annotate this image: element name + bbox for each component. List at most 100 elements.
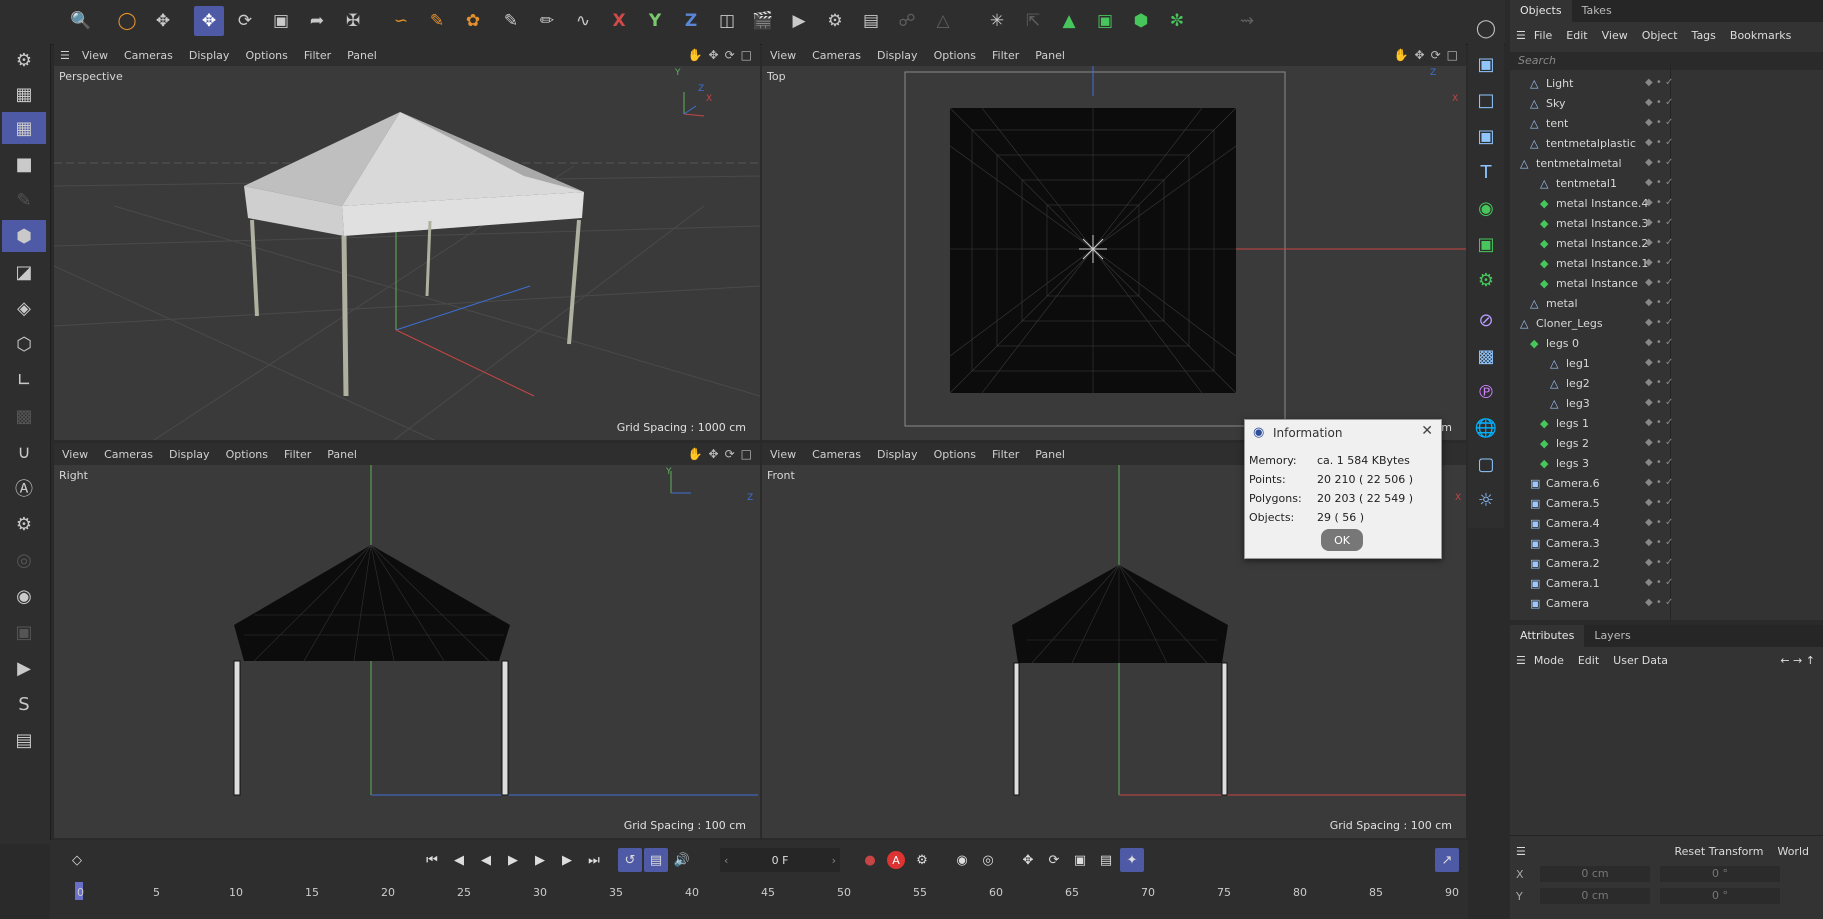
live-selection-icon[interactable]: ◯ [112,6,142,36]
object-row[interactable]: ▣ Camera.1 ◆ • ✓ [1510,574,1823,594]
freehand-icon[interactable]: ∿ [568,6,598,36]
torus-icon[interactable]: ◯ [1472,14,1500,42]
visibility-toggle-icon[interactable]: ◆ • ✓ [1645,217,1673,228]
position-y-field[interactable]: 0 cm [1540,888,1650,904]
menu-options[interactable]: Options [245,49,287,62]
tab-objects[interactable]: Objects [1510,0,1572,22]
axis-mode-icon[interactable]: ∟ [2,364,46,396]
clapboard-icon[interactable]: 🎬 [748,6,778,36]
search-input[interactable]: Search [1510,52,1823,70]
model-mode-icon[interactable]: ⬢ [2,220,46,252]
key-settings-icon[interactable]: ⚙ [910,848,934,872]
object-row[interactable]: △ tentmetal1 ◆ • ✓ [1510,174,1823,194]
object-row[interactable]: ◆ metal Instance.1 ◆ • ✓ [1510,254,1823,274]
timeline-ruler[interactable]: 0 5 10 15 20 25 30 35 40 45 50 55 60 65 70 75 80 85 90 [75,882,1459,902]
object-row[interactable]: △ tentmetalmetal ◆ • ✓ [1510,154,1823,174]
viewport-nav-icons[interactable]: ✋ ✥ ⟳ □ [688,48,752,62]
scheme-icon[interactable]: ◎ [976,848,1000,872]
object-name[interactable]: leg1 [1566,357,1590,370]
key-move-icon[interactable]: ✥ [1016,848,1040,872]
object-row[interactable]: △ Sky ◆ • ✓ [1510,94,1823,114]
visibility-toggle-icon[interactable]: ◆ • ✓ [1645,77,1673,88]
keyframe-icon[interactable]: ◇ [65,848,89,872]
cube-icon[interactable]: ▣ [1472,122,1500,150]
visibility-toggle-icon[interactable]: ◆ • ✓ [1645,277,1673,288]
autokey-record-icon[interactable]: A [884,848,908,872]
object-name[interactable]: Camera.1 [1546,577,1600,590]
object-row[interactable]: ◆ legs 3 ◆ • ✓ [1510,454,1823,474]
menu-tags[interactable]: Tags [1692,29,1716,42]
prev-key-icon[interactable]: ◀ [447,848,471,872]
menu-display[interactable]: Display [877,49,918,62]
rotation-p-field[interactable]: 0 ° [1660,888,1780,904]
text-icon[interactable]: T [1472,158,1500,186]
s-logo-icon[interactable]: S [2,688,46,720]
menu-filter[interactable]: Filter [304,49,331,62]
play-render-icon[interactable]: ▶ [2,652,46,684]
object-name[interactable]: tentmetal1 [1556,177,1617,190]
axis-y-button[interactable]: Y [640,6,670,36]
ok-button[interactable]: OK [1321,529,1363,551]
object-name[interactable]: legs 2 [1556,437,1589,450]
menu-view[interactable]: View [62,448,88,461]
object-name[interactable]: Camera [1546,597,1589,610]
object-name[interactable]: Camera.4 [1546,517,1600,530]
object-name[interactable]: metal Instance.1 [1556,257,1648,270]
transform-icon[interactable]: ➦ [302,6,332,36]
hamburger-icon[interactable]: ☰ [1516,845,1526,858]
move-select-icon[interactable]: ✥ [148,6,178,36]
mograph-icon[interactable]: ◉ [1472,194,1500,222]
visibility-toggle-icon[interactable]: ◆ • ✓ [1645,377,1673,388]
render-settings-icon[interactable]: ⚙ [820,6,850,36]
object-name[interactable]: tentmetalplastic [1546,137,1636,150]
visibility-toggle-icon[interactable]: ◆ • ✓ [1645,237,1673,248]
viewport-top[interactable]: View Cameras Display Options Filter Pane… [762,44,1466,440]
polygons-mode-icon[interactable]: ⬡ [2,328,46,360]
object-name[interactable]: Camera.3 [1546,537,1600,550]
axis-x-button[interactable]: X [604,6,634,36]
object-row[interactable]: ◆ metal Instance.2 ◆ • ✓ [1510,234,1823,254]
object-name[interactable]: leg3 [1566,397,1590,410]
key-param-icon[interactable]: ▤ [1094,848,1118,872]
coordinate-system-icon[interactable]: ◫ [712,6,742,36]
menu-view[interactable]: View [82,49,108,62]
visibility-toggle-icon[interactable]: ◆ • ✓ [1645,437,1673,448]
edges-mode-icon[interactable]: ◈ [2,292,46,324]
reset-transform-button[interactable]: Reset Transform [1675,845,1764,858]
spline-sketch-icon[interactable]: ✿ [458,6,488,36]
frame-icon[interactable]: ▣ [2,616,46,648]
visibility-toggle-icon[interactable]: ◆ • ✓ [1645,97,1673,108]
object-row[interactable]: ◆ metal Instance.3 ◆ • ✓ [1510,214,1823,234]
next-frame-icon[interactable]: ▶ [528,848,552,872]
cloner-icon[interactable]: ▣ [1472,230,1500,258]
object-row[interactable]: ◆ metal Instance.4 ◆ • ✓ [1510,194,1823,214]
menu-options[interactable]: Options [934,448,976,461]
tab-takes[interactable]: Takes [1572,0,1622,22]
hexagon-green-icon[interactable]: ⬢ [1126,6,1156,36]
menu-cameras[interactable]: Cameras [104,448,153,461]
rotation-h-field[interactable]: 0 ° [1660,866,1780,882]
object-mode-icon[interactable]: ■ [2,148,46,180]
visibility-toggle-icon[interactable]: ◆ • ✓ [1645,177,1673,188]
visibility-toggle-icon[interactable]: ◆ • ✓ [1645,397,1673,408]
visibility-toggle-icon[interactable]: ◆ • ✓ [1645,337,1673,348]
object-name[interactable]: leg2 [1566,377,1590,390]
menu-edit[interactable]: Edit [1578,654,1599,667]
axis-z-button[interactable]: Z [676,6,706,36]
generator-icon[interactable]: ▲ [1054,6,1084,36]
object-row[interactable]: ◆ legs 0 ◆ • ✓ [1510,334,1823,354]
object-row[interactable]: ▣ Camera.4 ◆ • ✓ [1510,514,1823,534]
key-pla-icon[interactable]: ✦ [1120,848,1144,872]
menu-options[interactable]: Options [934,49,976,62]
menu-view[interactable]: View [770,49,796,62]
visibility-toggle-icon[interactable]: ◆ • ✓ [1645,137,1673,148]
object-row[interactable]: ▣ Camera.3 ◆ • ✓ [1510,534,1823,554]
deformer-icon[interactable]: ✼ [1162,6,1192,36]
square-spline-icon[interactable]: □ [1472,86,1500,114]
visibility-toggle-icon[interactable]: ◆ • ✓ [1645,597,1673,608]
workplane-icon[interactable]: ▦ [2,112,46,144]
visibility-toggle-icon[interactable]: ◆ • ✓ [1645,577,1673,588]
object-name[interactable]: legs 3 [1556,457,1589,470]
menu-display[interactable]: Display [169,448,210,461]
visibility-toggle-icon[interactable]: ◆ • ✓ [1645,537,1673,548]
